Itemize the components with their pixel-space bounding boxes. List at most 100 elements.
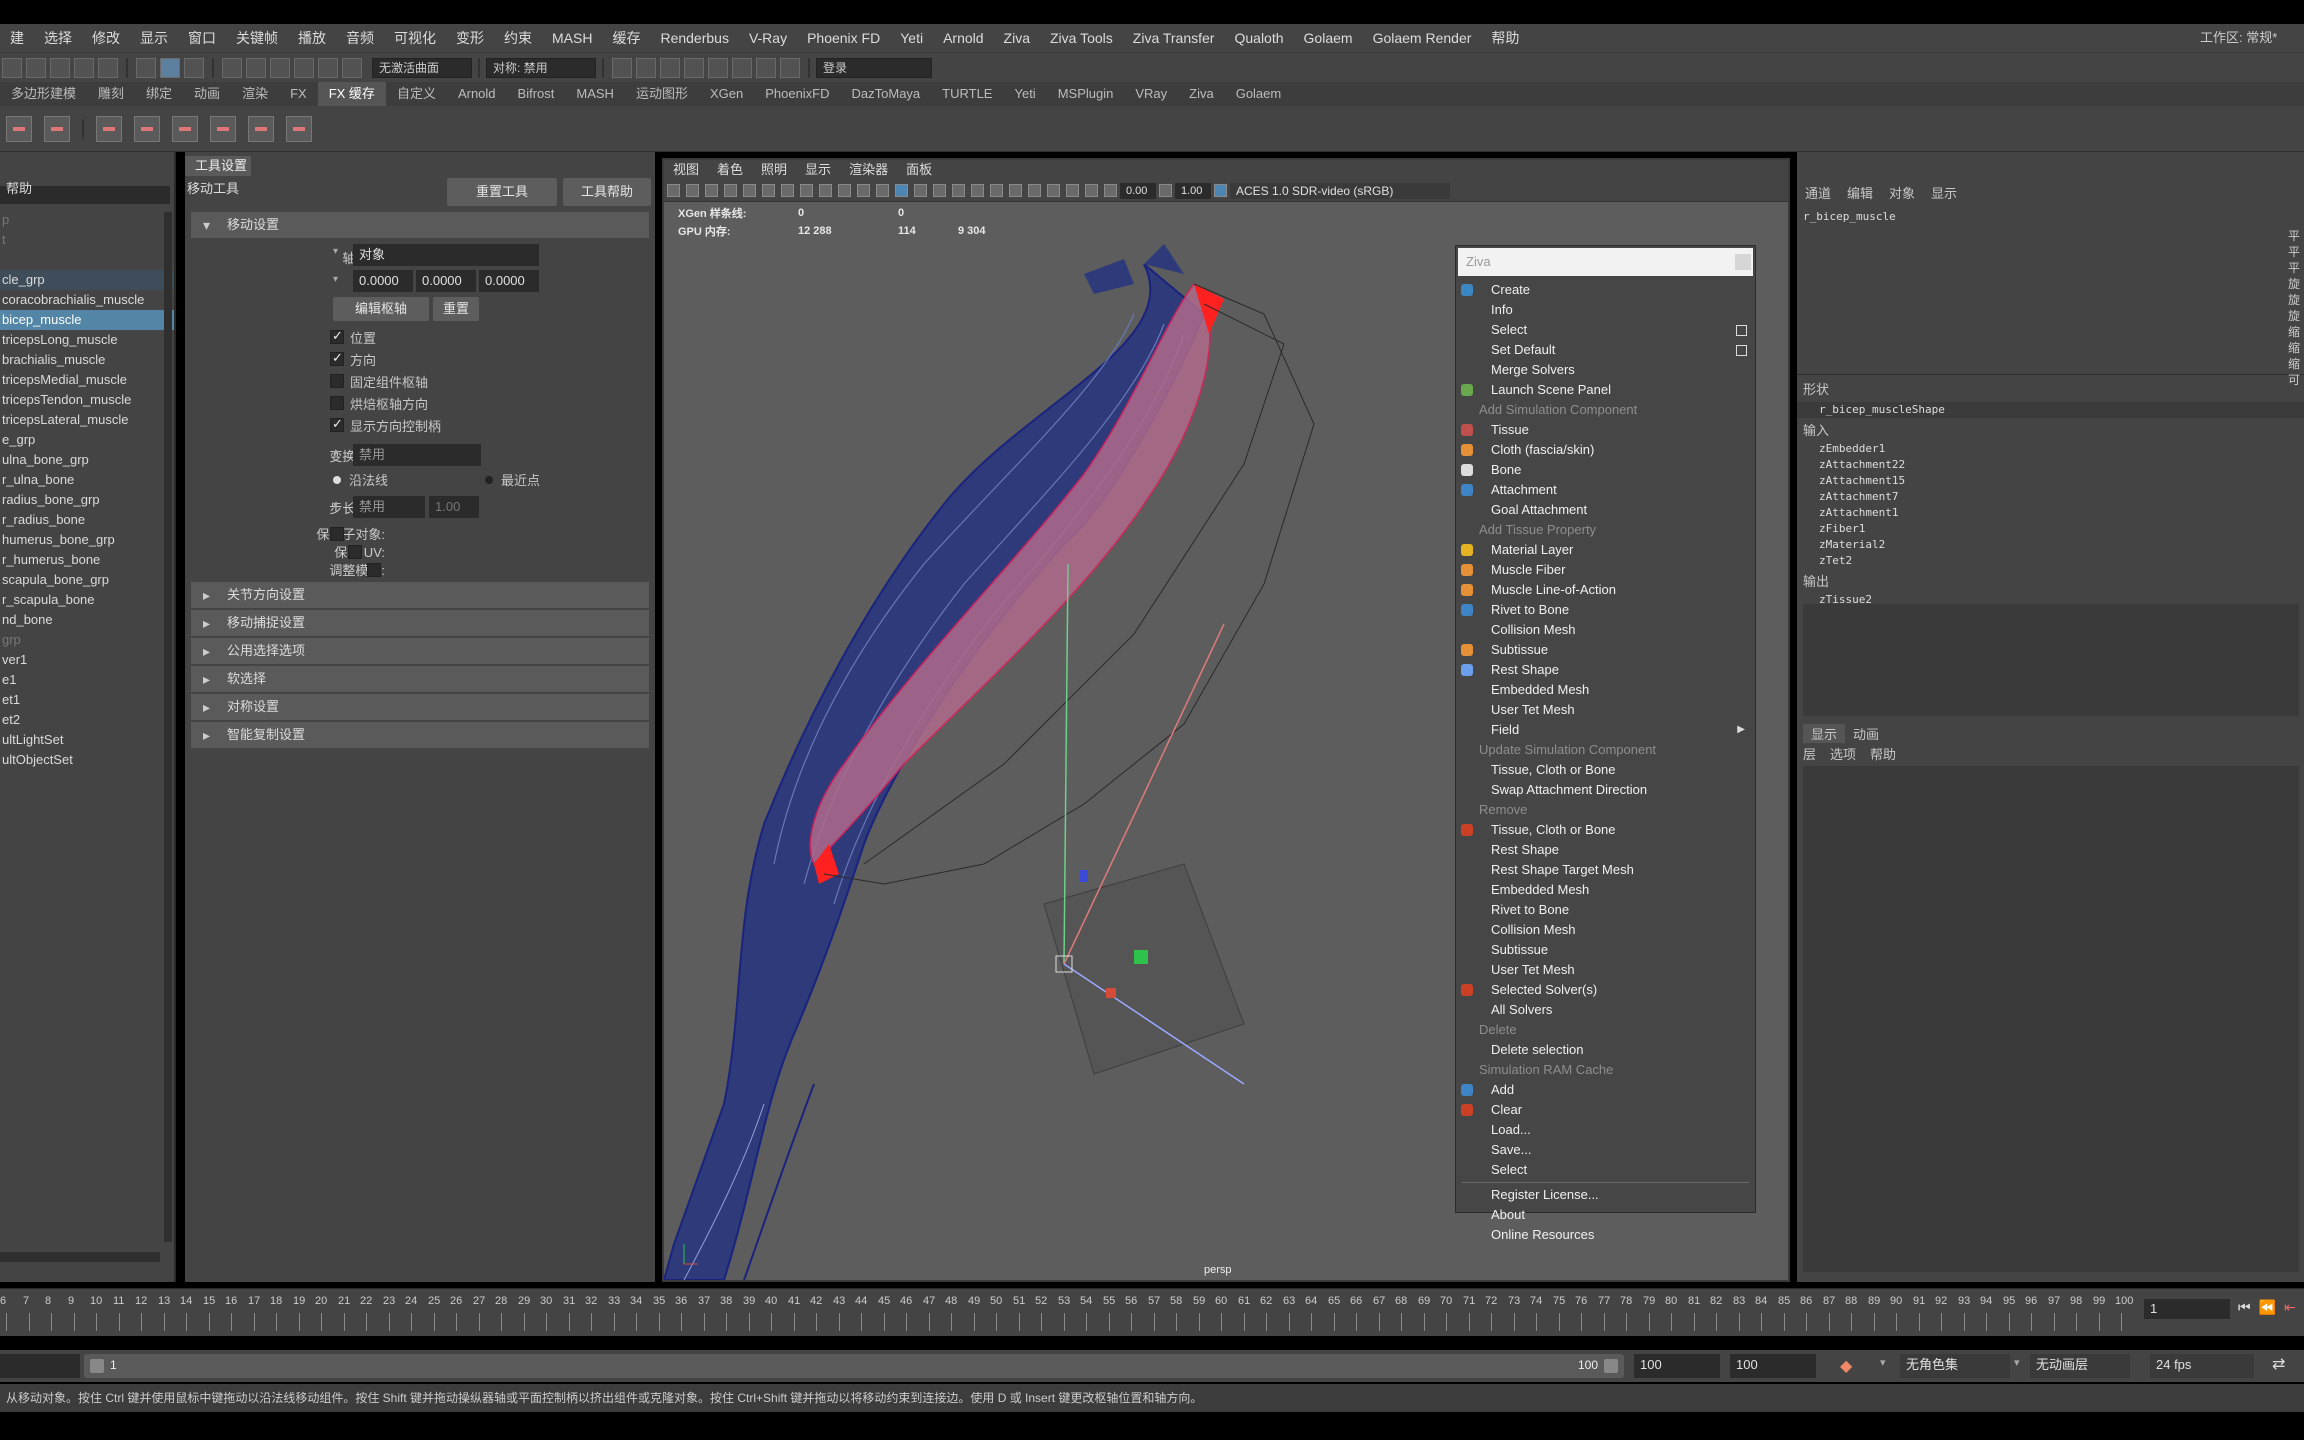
history-node[interactable]: zTet2 (1797, 553, 2304, 569)
new-scene-icon[interactable] (2, 57, 22, 78)
layer-menu-item[interactable]: 帮助 (1870, 744, 1896, 763)
character-set-select[interactable]: 无角色集 (1900, 1354, 2010, 1378)
close-icon[interactable] (1735, 254, 1751, 270)
shelf-tab[interactable]: TURTLE (931, 82, 1003, 106)
outliner-help-menu[interactable]: 帮助 (0, 152, 174, 196)
range-handle-start[interactable] (90, 1359, 104, 1373)
outliner-item[interactable]: bicep_muscle (0, 310, 174, 330)
outliner-item[interactable]: cle_grp (0, 270, 174, 290)
collapsed-section[interactable]: 关节方向设置 (191, 582, 649, 608)
ziva-menu-item[interactable]: Embedded Mesh (1456, 680, 1755, 700)
menu-item[interactable]: 修改 (82, 28, 130, 48)
ziva-menu-item[interactable]: Muscle Line-of-Action (1456, 580, 1755, 600)
append-cache-icon[interactable] (96, 115, 122, 142)
ziva-menu-item[interactable]: Tissue, Cloth or Bone (1456, 760, 1755, 780)
transform-constraint-select[interactable]: 禁用 (353, 444, 481, 466)
shelf-tab[interactable]: 多边形建模 (0, 82, 87, 106)
menu-item[interactable]: Ziva (994, 30, 1040, 46)
menu-item[interactable]: Qualoth (1224, 30, 1293, 46)
safe-action-icon[interactable] (838, 184, 851, 197)
shelf-tab[interactable]: XGen (699, 82, 754, 106)
pivot-option-row[interactable]: 固定组件枢轴 (330, 370, 441, 392)
ziva-menu-item[interactable]: Rest Shape (1456, 660, 1755, 680)
ziva-menu-item[interactable]: Load... (1456, 1120, 1755, 1140)
viewport-menu-item[interactable]: 着色 (708, 160, 752, 180)
layer-tab[interactable]: 显示 (1803, 724, 1846, 743)
isolate-select-icon[interactable] (1047, 184, 1060, 197)
image-plane-icon[interactable] (724, 184, 737, 197)
menu-item[interactable]: 选择 (34, 28, 82, 48)
viewport-menu-item[interactable]: 面板 (897, 160, 941, 180)
step-snap-value[interactable]: 1.00 (429, 496, 479, 518)
history-node[interactable]: zAttachment15 (1797, 473, 2304, 489)
shadows-icon[interactable] (971, 184, 984, 197)
ziva-menu-item[interactable]: Rivet to Bone (1456, 900, 1755, 920)
attribute-name[interactable]: 可 (2288, 372, 2300, 388)
render-settings-icon[interactable] (684, 57, 704, 78)
xray-joints-icon[interactable] (1085, 184, 1098, 197)
ziva-menu-item[interactable]: Merge Solvers (1456, 360, 1755, 380)
tweak-mode-checkbox[interactable] (366, 562, 381, 577)
menu-item[interactable]: 约束 (494, 28, 542, 48)
section-move-settings[interactable]: 移动设置 (191, 212, 649, 238)
shelf-tab[interactable]: Yeti (1003, 82, 1046, 106)
shelf-tab[interactable]: 动画 (183, 82, 231, 106)
menu-item[interactable]: 建 (0, 28, 34, 48)
motion-blur-icon[interactable] (1009, 184, 1022, 197)
ambient-occlusion-icon[interactable] (990, 184, 1003, 197)
exposure-icon[interactable] (1104, 184, 1117, 197)
outliner-item[interactable]: ultObjectSet (0, 750, 174, 770)
z-value-field[interactable]: 0.0000 (479, 270, 539, 292)
ziva-menu-item[interactable]: Tissue (1456, 420, 1755, 440)
select-hierarchy-icon[interactable] (136, 57, 156, 78)
shelf-tab[interactable]: PhoenixFD (754, 82, 840, 106)
lock-camera-icon[interactable] (686, 184, 699, 197)
xray-icon[interactable] (1066, 184, 1079, 197)
gamma-icon[interactable] (1159, 184, 1172, 197)
shelf-tab[interactable]: MSPlugin (1047, 82, 1125, 106)
tool-help-button[interactable]: 工具帮助 (563, 178, 651, 206)
anim-start-field[interactable] (0, 1354, 80, 1378)
outliner-scrollbar-horizontal[interactable] (0, 1252, 160, 1262)
ziva-menu-item[interactable]: All Solvers (1456, 1000, 1755, 1020)
anti-aliasing-icon[interactable] (1028, 184, 1041, 197)
shape-node[interactable]: r_bicep_muscleShape (1797, 402, 2304, 418)
smooth-shade-icon[interactable] (895, 184, 908, 197)
option-box-icon[interactable] (1736, 345, 1747, 356)
outliner-item[interactable]: humerus_bone_grp (0, 530, 174, 550)
collapsed-section[interactable]: 公用选择选项 (191, 638, 649, 664)
axis-orientation-select[interactable]: 对象 (353, 244, 539, 266)
ziva-menu-item[interactable]: Field ▶ (1456, 720, 1755, 740)
ziva-menu-item[interactable]: Collision Mesh (1456, 620, 1755, 640)
render-current-icon[interactable] (636, 57, 656, 78)
outliner-item[interactable]: e1 (0, 670, 174, 690)
anim-end-field[interactable]: 100 (1730, 1354, 1816, 1378)
arnold-render-icon[interactable] (732, 57, 752, 78)
field-chart-icon[interactable] (819, 184, 832, 197)
film-gate-icon[interactable] (762, 184, 775, 197)
channel-box-menu-item[interactable]: 通道 (1805, 183, 1831, 202)
ziva-menu-item[interactable]: Muscle Fiber (1456, 560, 1755, 580)
viewport-menu-item[interactable]: 显示 (796, 160, 840, 180)
menu-item[interactable]: Renderbus (650, 30, 739, 46)
ziva-menu-item[interactable]: Rest Shape Target Mesh (1456, 860, 1755, 880)
pivot-option-row[interactable]: 显示方向控制柄 (330, 414, 441, 436)
hypershade-icon[interactable] (708, 57, 728, 78)
shelf-tab[interactable]: Ziva (1178, 82, 1225, 106)
outliner-item[interactable]: et1 (0, 690, 174, 710)
select-object-icon[interactable] (160, 57, 180, 78)
menu-item[interactable]: 播放 (288, 28, 336, 48)
channel-box-menu-item[interactable]: 编辑 (1847, 183, 1873, 202)
pivot-option-row[interactable]: 方向 (330, 348, 441, 370)
menu-item[interactable]: 可视化 (384, 28, 446, 48)
playback-end-field[interactable]: 100 (1634, 1354, 1720, 1378)
ziva-menu-item[interactable]: Attachment (1456, 480, 1755, 500)
channel-box-menu-item[interactable]: 对象 (1889, 183, 1915, 202)
checkbox[interactable] (330, 350, 344, 366)
ziva-menu-item[interactable]: Goal Attachment (1456, 500, 1755, 520)
resolution-gate-icon[interactable] (781, 184, 794, 197)
ziva-menu-item[interactable]: Launch Scene Panel (1456, 380, 1755, 400)
ziva-menu-item[interactable]: Subtissue (1456, 940, 1755, 960)
shelf-tab[interactable]: FX (279, 82, 318, 106)
checkbox[interactable] (330, 416, 344, 432)
